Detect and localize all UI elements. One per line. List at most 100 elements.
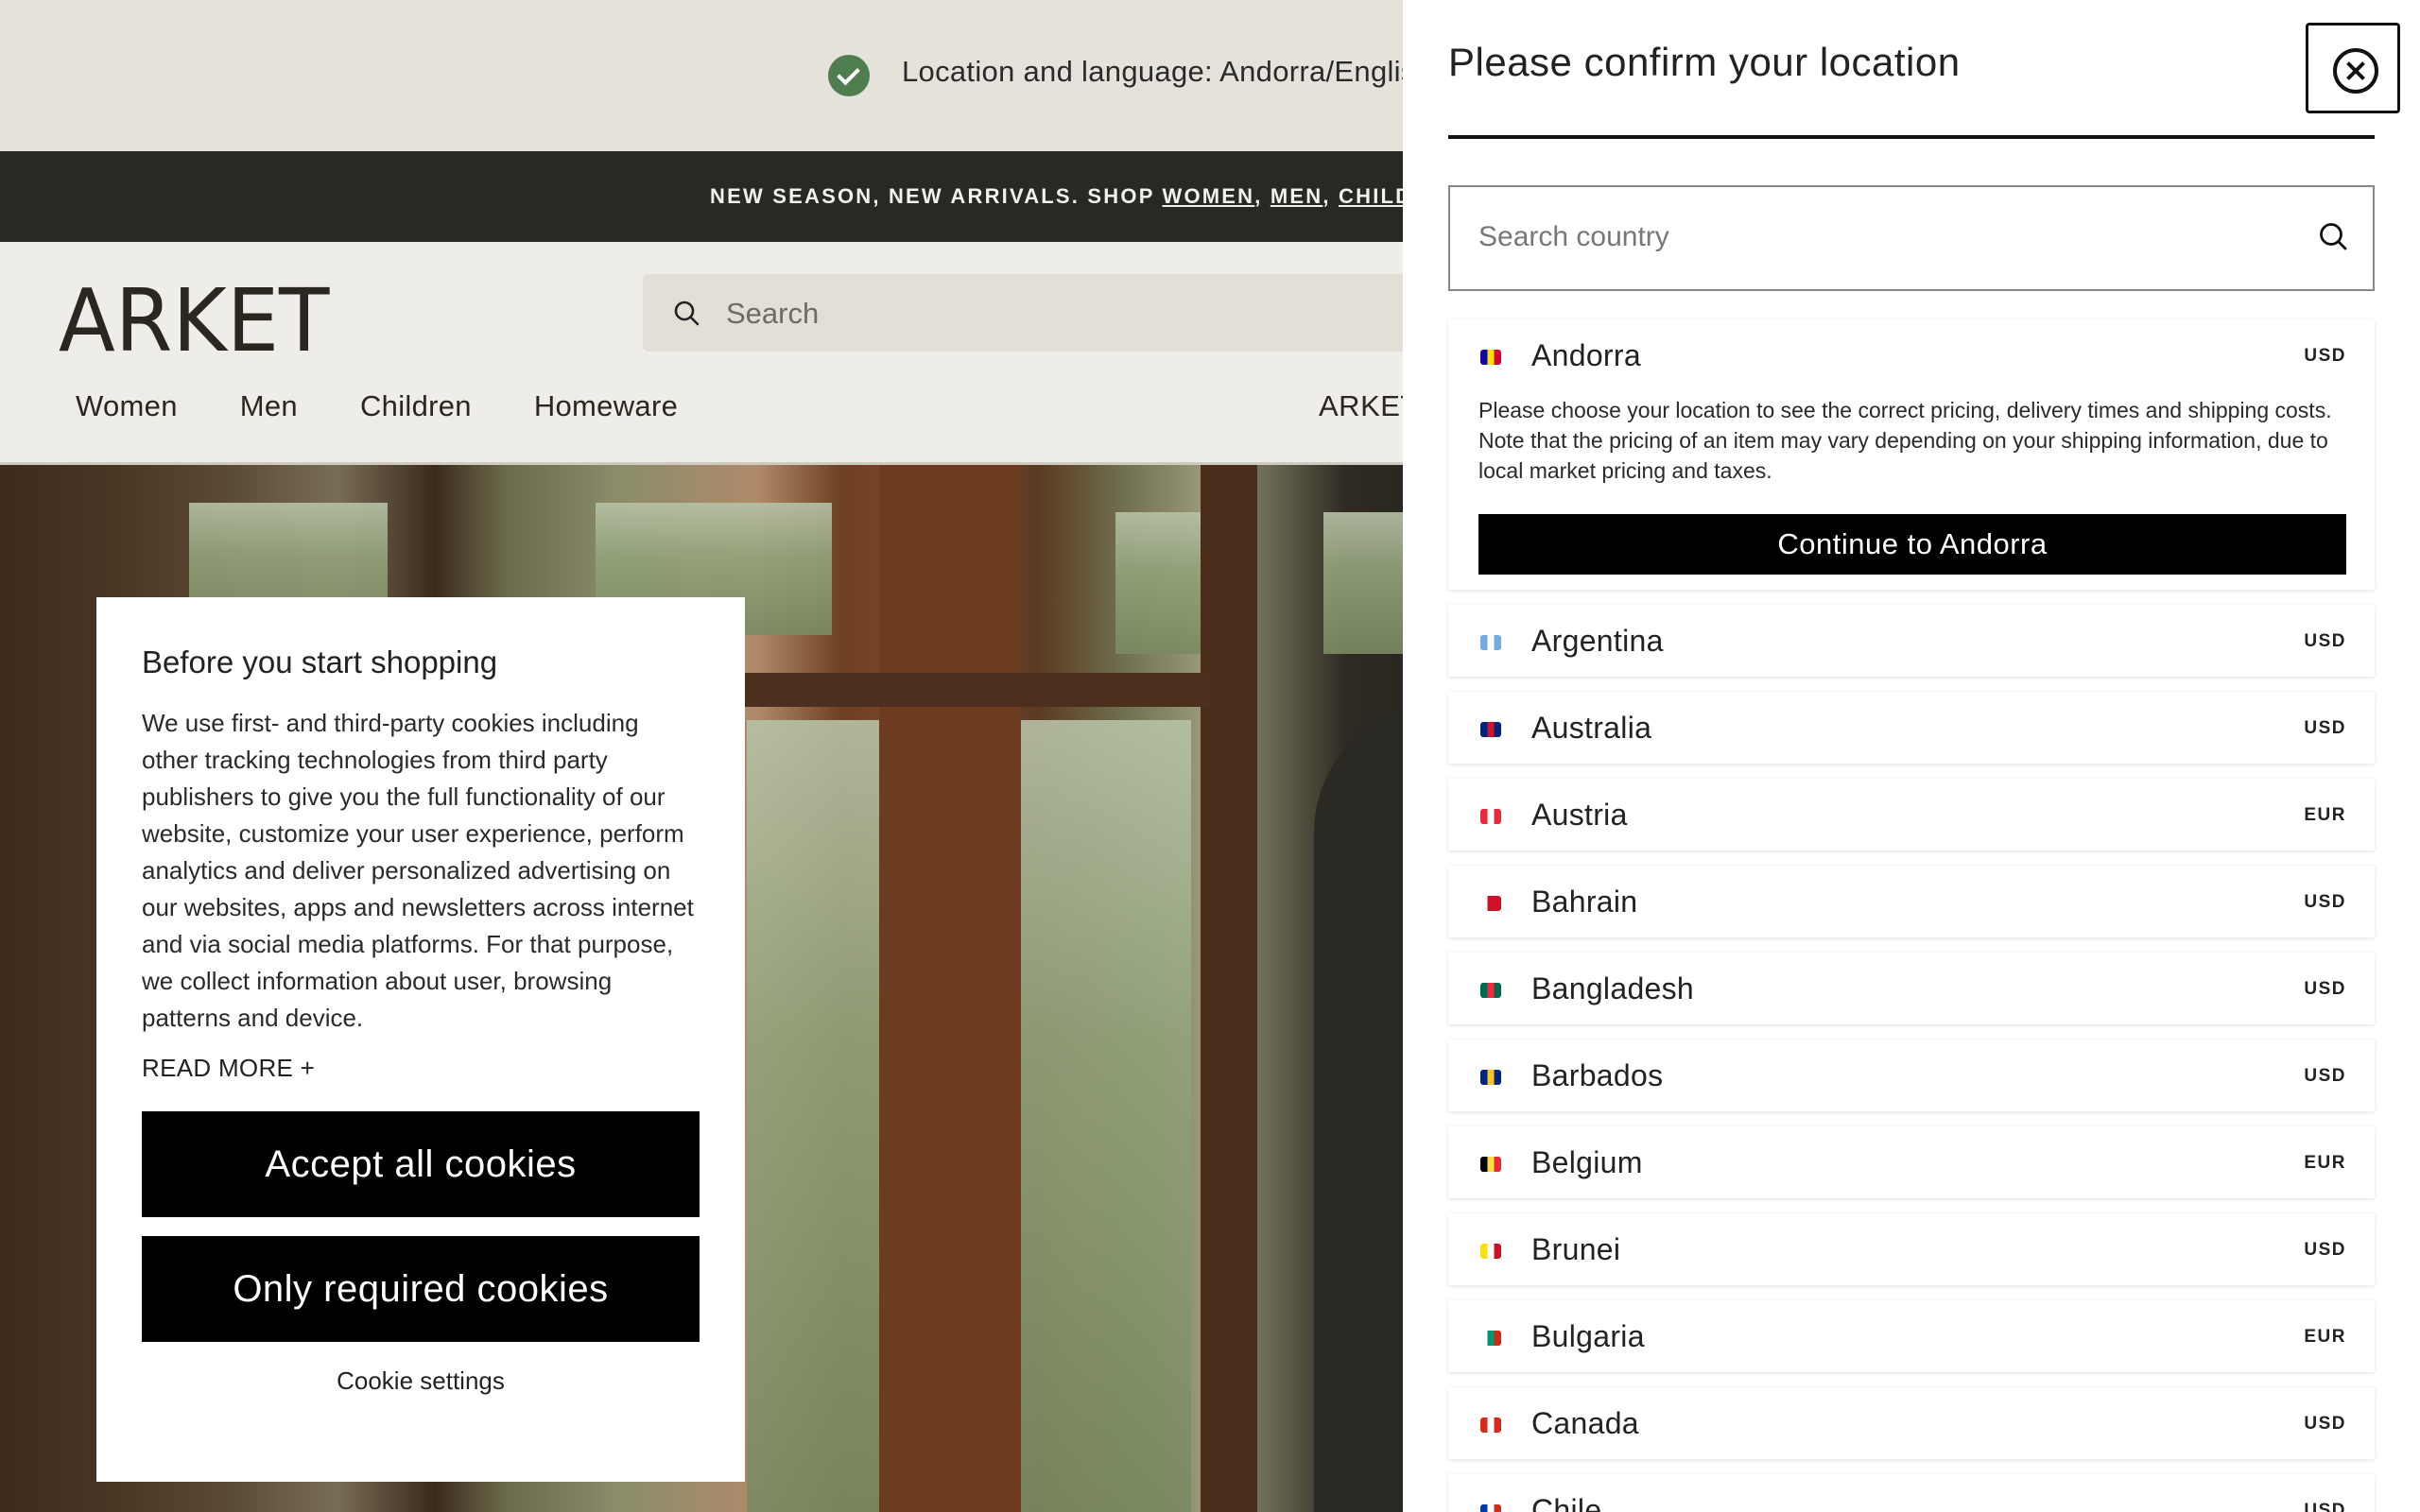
- flag-icon: [1480, 896, 1501, 911]
- search-icon: [674, 301, 700, 326]
- nav-item-women[interactable]: Women: [76, 389, 178, 423]
- country-name: Bahrain: [1531, 885, 1638, 919]
- country-currency: USD: [2304, 1066, 2346, 1086]
- country-name: Australia: [1531, 711, 1652, 745]
- country-card-bahrain[interactable]: Bahrain USD: [1448, 866, 2375, 937]
- country-currency: EUR: [2304, 1153, 2346, 1173]
- country-card-andorra[interactable]: Andorra USD Please choose your location …: [1448, 319, 2375, 590]
- arket-logo[interactable]: ARKET: [59, 270, 329, 371]
- announcement-link-men[interactable]: MEN: [1270, 184, 1323, 208]
- close-button[interactable]: [2306, 23, 2400, 113]
- country-currency: USD: [2304, 1501, 2346, 1512]
- announcement-bar: NEW SEASON, NEW ARRIVALS. SHOP WOMEN, ME…: [0, 151, 1403, 242]
- country-currency: USD: [2304, 718, 2346, 738]
- country-card-australia[interactable]: Australia USD: [1448, 692, 2375, 764]
- country-row[interactable]: Brunei USD: [1448, 1213, 2375, 1285]
- window-frame: [879, 465, 1021, 1512]
- flag-icon: [1480, 983, 1501, 998]
- window-frame: [737, 673, 1210, 707]
- window-pane: [1115, 512, 1201, 654]
- cookie-body: We use first- and third-party cookies in…: [142, 709, 694, 1032]
- nav-item-children[interactable]: Children: [360, 389, 472, 423]
- country-card-bulgaria[interactable]: Bulgaria EUR: [1448, 1300, 2375, 1372]
- model-silhouette: [1314, 701, 1403, 1512]
- read-more-link[interactable]: READ MORE +: [142, 1054, 700, 1083]
- panel-title: Please confirm your location: [1448, 40, 1961, 84]
- flag-icon: [1480, 1157, 1501, 1172]
- flag-icon: [1480, 1070, 1501, 1085]
- flag-icon: [1480, 1331, 1501, 1346]
- country-card-austria[interactable]: Austria EUR: [1448, 779, 2375, 850]
- country-currency: USD: [2304, 631, 2346, 651]
- flag-icon: [1480, 1418, 1501, 1433]
- flag-icon: [1480, 1504, 1501, 1512]
- country-row[interactable]: Austria EUR: [1448, 779, 2375, 850]
- country-name: Brunei: [1531, 1232, 1621, 1266]
- check-circle-icon: [828, 55, 870, 96]
- country-card-canada[interactable]: Canada USD: [1448, 1387, 2375, 1459]
- announcement-link-women[interactable]: WOMEN: [1163, 184, 1255, 208]
- country-name: Austria: [1531, 798, 1628, 832]
- cookie-consent-dialog: Before you start shopping We use first- …: [96, 597, 745, 1482]
- country-name: Argentina: [1531, 624, 1664, 658]
- country-currency: USD: [2304, 1414, 2346, 1434]
- announcement-text: NEW SEASON, NEW ARRIVALS. SHOP WOMEN, ME…: [710, 184, 1403, 209]
- flag-icon: [1480, 350, 1501, 365]
- country-name: Canada: [1531, 1406, 1639, 1440]
- country-name: Chile: [1531, 1493, 1602, 1512]
- country-row[interactable]: Australia USD: [1448, 692, 2375, 764]
- announcement-prefix: NEW SEASON, NEW ARRIVALS. SHOP: [710, 184, 1163, 208]
- country-search-placeholder: Search country: [1478, 221, 1669, 252]
- country-card-argentina[interactable]: Argentina USD: [1448, 605, 2375, 677]
- nav-item-homeware[interactable]: Homeware: [534, 389, 678, 423]
- main-nav: Women Men Children Homeware: [76, 389, 678, 423]
- country-currency: EUR: [2304, 805, 2346, 825]
- country-row[interactable]: Andorra USD: [1448, 319, 2375, 391]
- country-row[interactable]: Canada USD: [1448, 1387, 2375, 1459]
- country-card-bangladesh[interactable]: Bangladesh USD: [1448, 953, 2375, 1024]
- close-icon: [2333, 48, 2378, 94]
- country-list: Andorra USD Please choose your location …: [1448, 319, 2375, 1512]
- site-search-placeholder: Search: [726, 297, 820, 330]
- country-name: Belgium: [1531, 1145, 1643, 1179]
- accept-all-cookies-button[interactable]: Accept all cookies: [142, 1111, 700, 1217]
- flag-icon: [1480, 809, 1501, 824]
- country-currency: USD: [2304, 892, 2346, 912]
- site-search-input[interactable]: Search: [643, 274, 1403, 352]
- country-card-chile[interactable]: Chile USD: [1448, 1474, 2375, 1512]
- continue-button[interactable]: Continue to Andorra: [1478, 514, 2346, 575]
- window-pane: [1323, 512, 1403, 654]
- country-card-belgium[interactable]: Belgium EUR: [1448, 1126, 2375, 1198]
- search-icon: [2320, 223, 2347, 250]
- only-required-cookies-button[interactable]: Only required cookies: [142, 1236, 700, 1342]
- country-name: Bulgaria: [1531, 1319, 1645, 1353]
- country-row[interactable]: Bulgaria EUR: [1448, 1300, 2375, 1372]
- site-header: ARKET Search Women Men Children Homeware…: [0, 242, 1403, 465]
- location-notice-text: Location and language: Andorra/English: [902, 55, 1403, 88]
- country-row[interactable]: Chile USD: [1448, 1474, 2375, 1512]
- country-currency: USD: [2304, 979, 2346, 999]
- country-row[interactable]: Bangladesh USD: [1448, 953, 2375, 1024]
- country-name: Bangladesh: [1531, 971, 1695, 1005]
- flag-icon: [1480, 1244, 1501, 1259]
- title-divider: [1448, 135, 2375, 139]
- location-panel: Please confirm your location Search coun…: [1403, 0, 2420, 1512]
- country-row[interactable]: Argentina USD: [1448, 605, 2375, 677]
- country-row[interactable]: Bahrain USD: [1448, 866, 2375, 937]
- country-currency: USD: [2304, 1240, 2346, 1260]
- announcement-link-children[interactable]: CHILDREN: [1339, 184, 1403, 208]
- country-currency: USD: [2304, 346, 2346, 366]
- location-notice: Location and language: Andorra/English: [0, 0, 1403, 151]
- country-card-brunei[interactable]: Brunei USD: [1448, 1213, 2375, 1285]
- nav-item-men[interactable]: Men: [240, 389, 298, 423]
- nav-item-arket[interactable]: ARKET: [1319, 389, 1403, 423]
- country-row[interactable]: Belgium EUR: [1448, 1126, 2375, 1198]
- cookie-settings-link[interactable]: Cookie settings: [142, 1366, 700, 1396]
- window-frame: [1201, 465, 1257, 1512]
- flag-icon: [1480, 722, 1501, 737]
- country-search-input[interactable]: Search country: [1448, 185, 2375, 291]
- flag-icon: [1480, 635, 1501, 650]
- country-card-barbados[interactable]: Barbados USD: [1448, 1040, 2375, 1111]
- country-name: Andorra: [1531, 338, 1641, 372]
- country-row[interactable]: Barbados USD: [1448, 1040, 2375, 1111]
